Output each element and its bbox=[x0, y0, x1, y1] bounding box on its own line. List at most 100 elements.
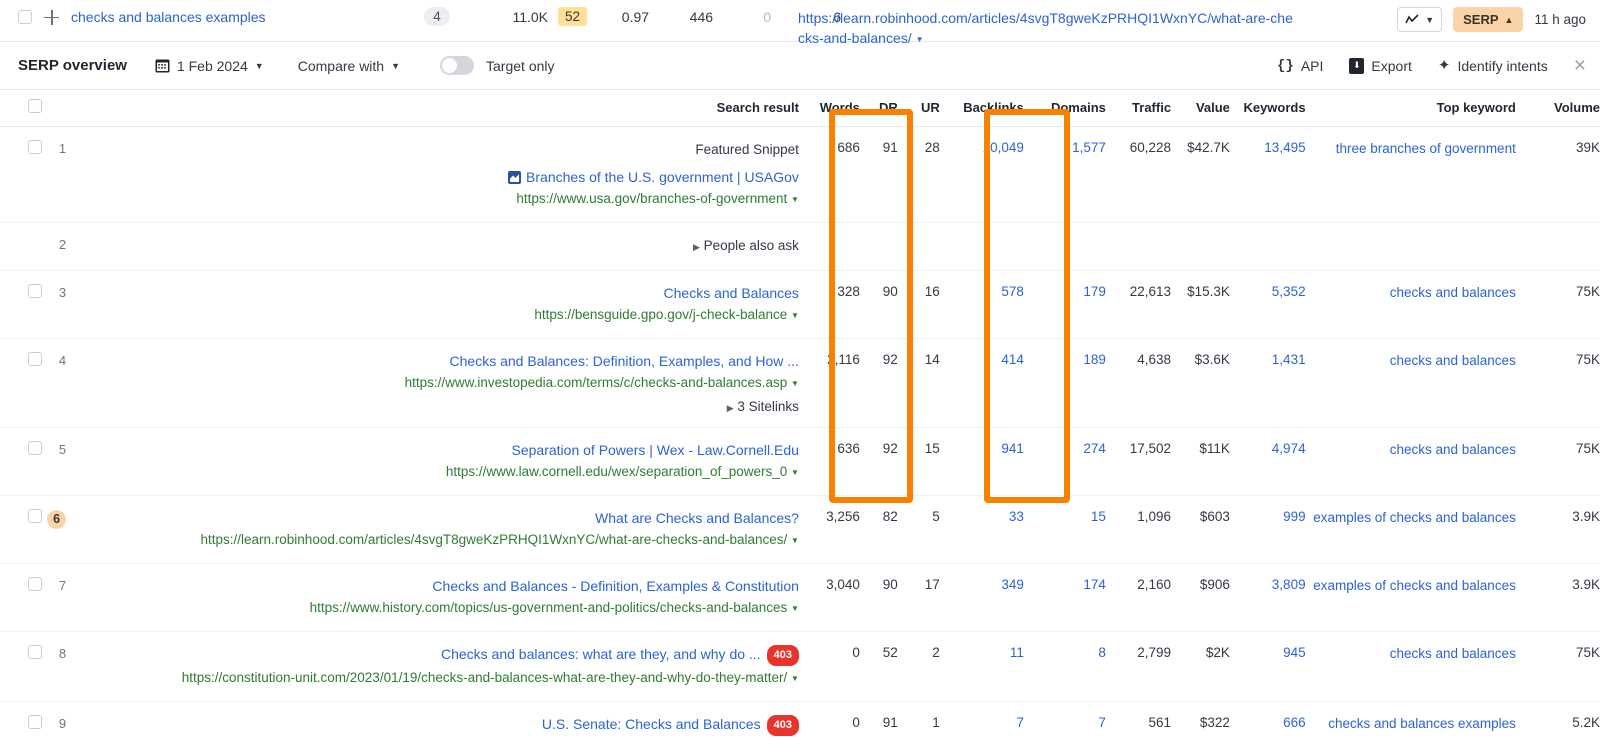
row-checkbox[interactable] bbox=[28, 140, 43, 154]
identify-intents-button[interactable]: ✦ Identify intents bbox=[1438, 58, 1548, 74]
cell-backlinks[interactable]: 941 bbox=[939, 427, 1024, 496]
header-keywords[interactable]: Keywords bbox=[1229, 90, 1306, 127]
cell-dr: 91 bbox=[859, 701, 898, 739]
cell-domains[interactable]: 8 bbox=[1023, 631, 1106, 702]
cell-top-keyword[interactable]: three branches of government bbox=[1305, 126, 1516, 223]
result-url[interactable]: https://www.law.cornell.edu/wex/separati… bbox=[76, 462, 799, 482]
header-dr[interactable]: DR bbox=[859, 90, 898, 127]
header-domains[interactable]: Domains bbox=[1023, 90, 1106, 127]
keyword-title[interactable]: checks and balances examples bbox=[71, 9, 266, 25]
cell-domains[interactable]: 15 bbox=[1023, 495, 1106, 564]
cell-top-keyword[interactable]: checks and balances bbox=[1305, 427, 1516, 496]
result-title[interactable]: Branches of the U.S. government | USAGov bbox=[76, 168, 799, 187]
cell-domains[interactable]: 7 bbox=[1023, 701, 1106, 739]
row-checkbox[interactable] bbox=[28, 576, 43, 591]
cell-backlinks[interactable]: 578 bbox=[939, 270, 1024, 339]
cell-keywords[interactable]: 1,431 bbox=[1229, 338, 1306, 428]
add-icon[interactable] bbox=[44, 9, 59, 25]
chevron-down-icon[interactable]: ▼ bbox=[791, 463, 799, 482]
row-checkbox[interactable] bbox=[28, 508, 43, 523]
keyword-row-checkbox[interactable] bbox=[18, 10, 32, 24]
api-button[interactable]: {} API bbox=[1277, 58, 1323, 74]
result-url[interactable]: https://learn.robinhood.com/articles/4sv… bbox=[76, 530, 799, 550]
row-checkbox[interactable] bbox=[28, 283, 43, 298]
close-icon[interactable]: × bbox=[1574, 55, 1586, 76]
cell-backlinks[interactable]: 10,049 bbox=[939, 126, 1024, 223]
result-title[interactable]: Checks and Balances - Definition, Exampl… bbox=[76, 577, 799, 596]
expand-icon[interactable]: ▶ bbox=[693, 238, 700, 257]
cell-keywords[interactable]: 13,495 bbox=[1229, 126, 1306, 223]
row-checkbox[interactable] bbox=[28, 714, 43, 729]
result-title[interactable]: Checks and Balances bbox=[76, 284, 799, 303]
cell-backlinks[interactable]: 7 bbox=[939, 701, 1024, 739]
date-picker[interactable]: 1 Feb 2024 ▼ bbox=[155, 58, 264, 74]
select-all-checkbox[interactable] bbox=[28, 99, 43, 113]
row-checkbox[interactable] bbox=[28, 440, 43, 455]
header-backlinks[interactable]: Backlinks bbox=[939, 90, 1024, 127]
cell-domains[interactable]: 174 bbox=[1023, 563, 1106, 632]
result-url[interactable]: https://www.investopedia.com/terms/c/che… bbox=[76, 373, 799, 393]
result-url[interactable]: https://bensguide.gpo.gov/j-check-balanc… bbox=[76, 305, 799, 325]
cell-backlinks[interactable]: 33 bbox=[939, 495, 1024, 564]
cell-domains[interactable] bbox=[1023, 222, 1106, 271]
header-ur[interactable]: UR bbox=[897, 90, 940, 127]
cell-backlinks[interactable]: 11 bbox=[939, 631, 1024, 702]
result-type-label[interactable]: ▶ People also ask bbox=[76, 236, 799, 257]
compare-with-dropdown[interactable]: Compare with ▼ bbox=[298, 58, 400, 74]
chevron-down-icon[interactable]: ▼ bbox=[791, 306, 799, 325]
cell-domains[interactable]: 179 bbox=[1023, 270, 1106, 339]
cell-backlinks[interactable]: 414 bbox=[939, 338, 1024, 428]
result-title[interactable]: What are Checks and Balances? bbox=[76, 509, 799, 528]
result-url[interactable]: https://www.history.com/topics/us-govern… bbox=[76, 598, 799, 618]
chevron-down-icon[interactable]: ▼ bbox=[791, 669, 799, 688]
cell-top-keyword[interactable] bbox=[1305, 222, 1516, 271]
result-title[interactable]: U.S. Senate: Checks and Balances 403 bbox=[76, 714, 799, 736]
cell-domains[interactable]: 189 bbox=[1023, 338, 1106, 428]
export-button[interactable]: ⬇ Export bbox=[1349, 57, 1412, 74]
row-checkbox[interactable] bbox=[28, 644, 43, 659]
cell-top-keyword[interactable]: checks and balances examples bbox=[1305, 701, 1516, 739]
header-traffic[interactable]: Traffic bbox=[1105, 90, 1172, 127]
result-url[interactable]: https://www.usa.gov/branches-of-governme… bbox=[76, 189, 799, 209]
sitelinks-toggle[interactable]: ▶ 3 Sitelinks bbox=[76, 399, 799, 414]
chevron-down-icon[interactable]: ▼ bbox=[791, 190, 799, 209]
result-url[interactable]: https://constitution-unit.com/2023/01/19… bbox=[76, 668, 799, 688]
header-volume[interactable]: Volume bbox=[1515, 90, 1600, 127]
cell-keywords[interactable] bbox=[1229, 222, 1306, 271]
header-search-result[interactable]: Search result bbox=[42, 90, 799, 127]
cell-domains[interactable]: 1,577 bbox=[1023, 126, 1106, 223]
cell-top-keyword[interactable]: examples of checks and balances bbox=[1305, 563, 1516, 632]
header-top-keyword[interactable]: Top keyword bbox=[1305, 90, 1516, 127]
cell-keywords[interactable]: 5,352 bbox=[1229, 270, 1306, 339]
chart-dropdown-button[interactable]: ▼ bbox=[1397, 7, 1443, 32]
chevron-down-icon[interactable]: ▼ bbox=[791, 599, 799, 618]
cell-keywords[interactable]: 3,809 bbox=[1229, 563, 1306, 632]
header-words[interactable]: Words bbox=[798, 90, 860, 127]
cell-domains[interactable]: 274 bbox=[1023, 427, 1106, 496]
target-only-control[interactable]: Target only bbox=[440, 56, 555, 75]
cell-backlinks[interactable] bbox=[939, 222, 1024, 271]
cell-keywords[interactable]: 666 bbox=[1229, 701, 1306, 739]
result-title[interactable]: Checks and balances: what are they, and … bbox=[76, 644, 799, 666]
cell-top-keyword[interactable]: examples of checks and balances bbox=[1305, 495, 1516, 564]
cell-keywords[interactable]: 945 bbox=[1229, 631, 1306, 702]
expand-icon[interactable]: ▶ bbox=[727, 403, 734, 414]
chevron-down-icon[interactable]: ▼ bbox=[791, 531, 799, 550]
result-title[interactable]: Separation of Powers | Wex - Law.Cornell… bbox=[76, 441, 799, 460]
result-type-label: Featured Snippet bbox=[695, 142, 799, 157]
cell-keywords[interactable]: 999 bbox=[1229, 495, 1306, 564]
keyword-url[interactable]: https://learn.robinhood.com/articles/4sv… bbox=[798, 10, 1293, 46]
cell-keywords[interactable]: 4,974 bbox=[1229, 427, 1306, 496]
cell-backlinks[interactable]: 349 bbox=[939, 563, 1024, 632]
cell-dr: 92 bbox=[859, 338, 898, 428]
cell-top-keyword[interactable]: checks and balances bbox=[1305, 270, 1516, 339]
row-checkbox[interactable] bbox=[28, 351, 43, 366]
serp-toggle-button[interactable]: SERP ▲ bbox=[1453, 7, 1524, 32]
table-row: 9U.S. Senate: Checks and Balances403http… bbox=[0, 701, 1600, 739]
cell-top-keyword[interactable]: checks and balances bbox=[1305, 338, 1516, 428]
header-value[interactable]: Value bbox=[1171, 90, 1230, 127]
target-only-toggle[interactable] bbox=[440, 56, 475, 75]
result-title[interactable]: Checks and Balances: Definition, Example… bbox=[76, 352, 799, 371]
chevron-down-icon[interactable]: ▼ bbox=[791, 374, 799, 393]
cell-top-keyword[interactable]: checks and balances bbox=[1305, 631, 1516, 702]
